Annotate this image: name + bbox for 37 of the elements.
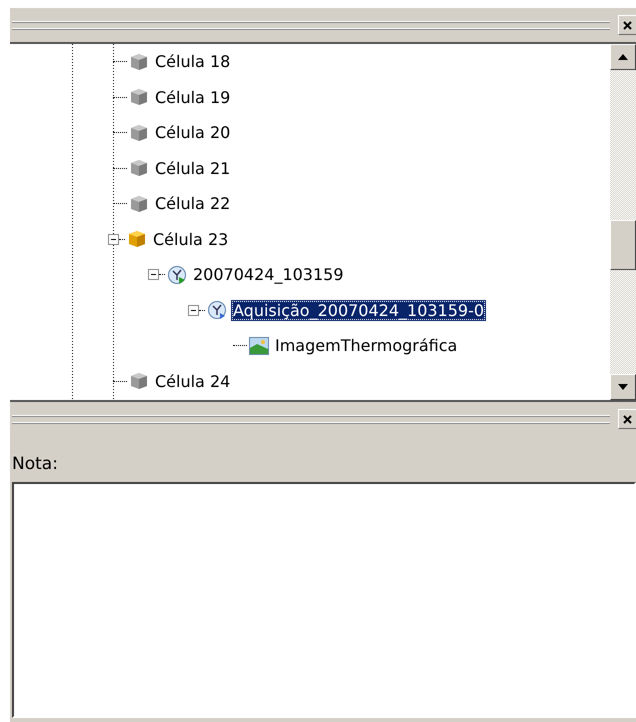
cube-icon [129,194,149,214]
scroll-up-icon [618,54,628,60]
tree-item[interactable]: Célula 21 [153,158,232,179]
scroll-down-icon [618,384,628,390]
cube-icon [129,122,149,143]
tree-item[interactable]: Célula 22 [153,193,232,214]
tree-item[interactable]: Aquisição_20070424_103159-0 [231,300,486,321]
tree-item[interactable]: Célula 24 [153,370,232,392]
tree-item[interactable]: ImagemThermográfica [273,335,460,356]
note-field[interactable] [12,482,636,718]
grip-bar[interactable] [12,21,610,29]
close-button[interactable] [618,409,636,429]
grip-bar[interactable] [12,415,610,423]
clock-icon [207,300,227,320]
tree-item[interactable]: 20070424_103159 [191,264,346,286]
cube-icon [129,52,149,72]
tree-item[interactable]: Célula 18 [153,51,232,72]
expander-icon[interactable] [188,304,199,316]
cube-icon [127,229,147,250]
image-icon [249,336,269,355]
expander-icon[interactable] [108,234,119,245]
cube-icon [129,371,149,392]
scroll-up-button[interactable] [610,44,636,70]
scrollbar[interactable] [610,44,636,400]
close-button[interactable] [618,15,636,35]
expander-icon[interactable] [148,269,159,280]
note-label: Nota: [11,453,59,476]
scroll-down-button[interactable] [610,374,636,400]
close-icon [623,20,632,30]
cube-icon [129,158,149,178]
tree-item[interactable]: Célula 20 [153,122,232,144]
close-icon [623,414,632,424]
clock-icon [167,264,187,285]
tree-item[interactable]: Célula 23 [151,228,230,250]
scroll-thumb[interactable] [610,220,636,270]
cube-icon [129,87,149,108]
tree-item[interactable]: Célula 19 [153,86,232,108]
